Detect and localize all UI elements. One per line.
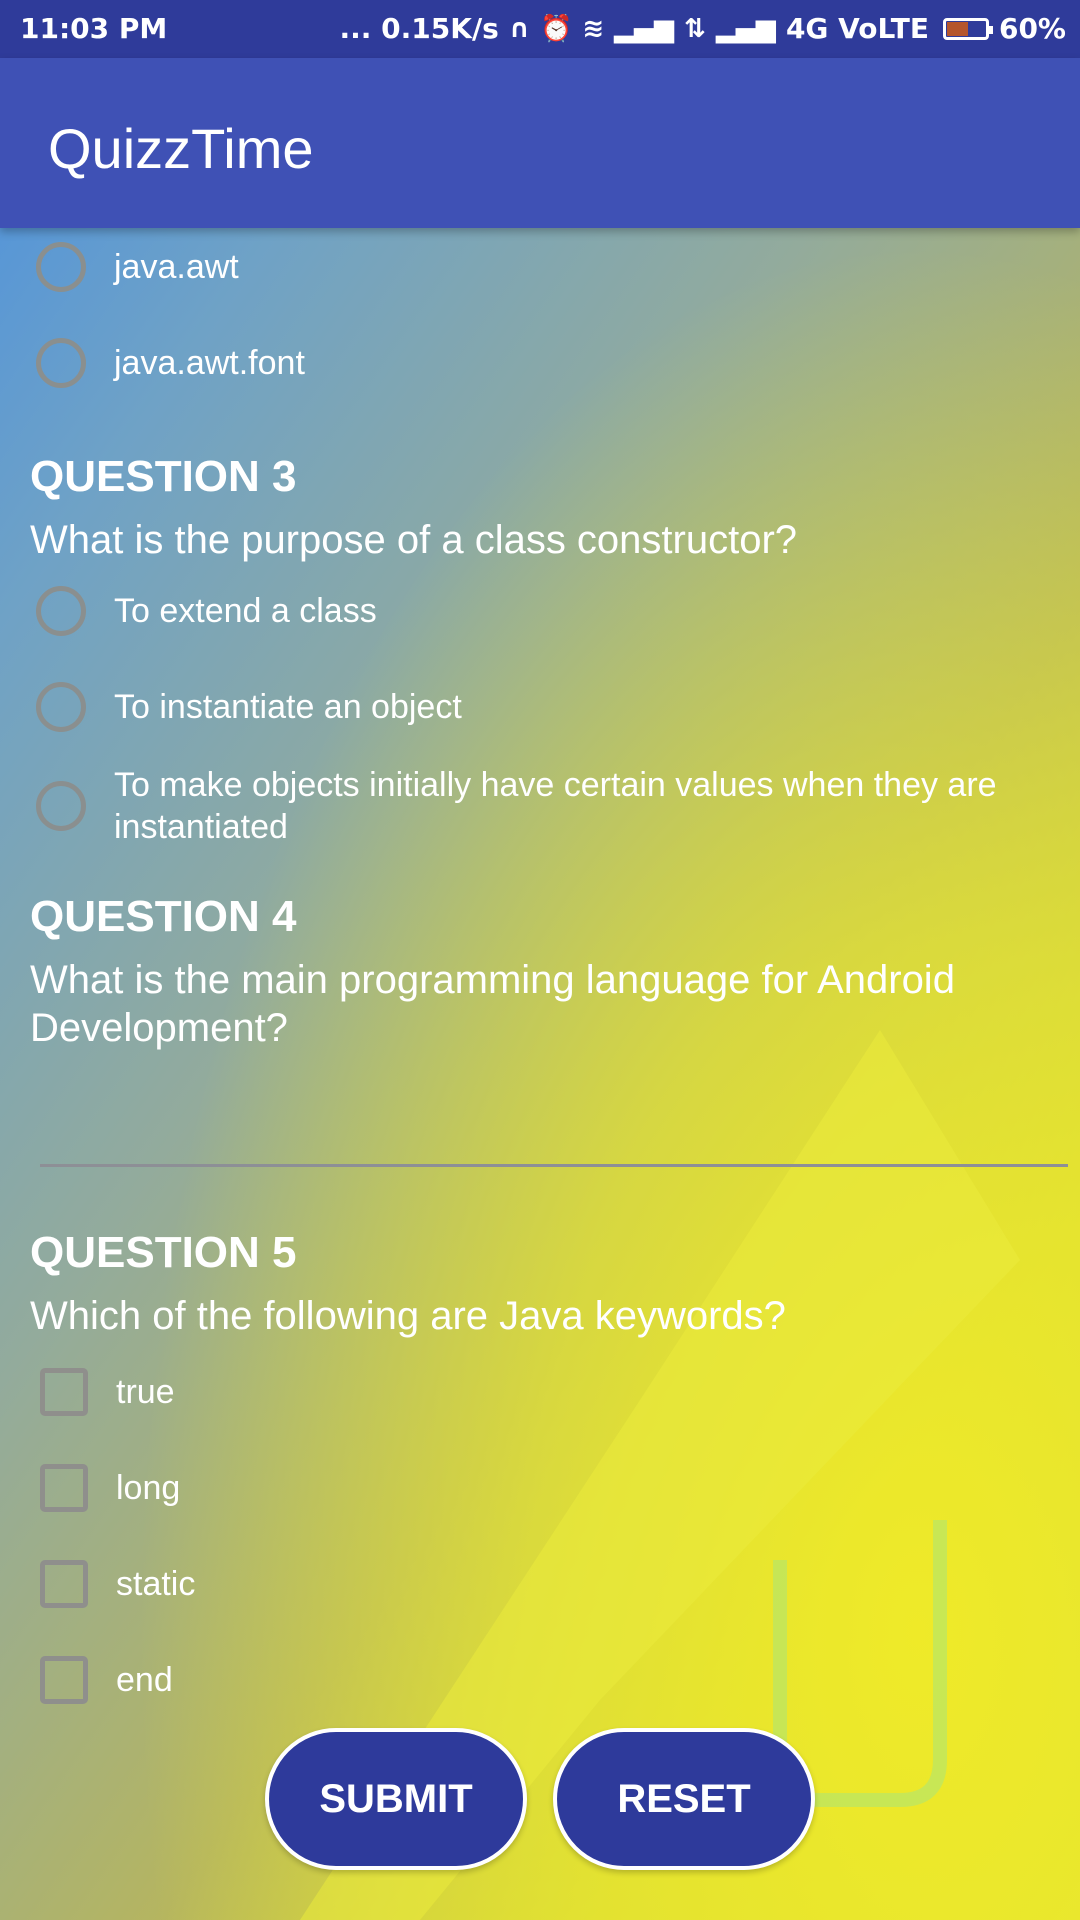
q3-option-2[interactable]: To instantiate an object	[36, 682, 462, 732]
data-arrows-icon: ⇅	[684, 13, 706, 44]
q5-option-2[interactable]: long	[36, 1464, 180, 1512]
option-label: java.awt.font	[114, 344, 305, 382]
q5-option-3[interactable]: static	[36, 1560, 195, 1608]
question-4-heading: QUESTION 4	[30, 892, 297, 941]
battery-percent: 60%	[998, 12, 1066, 45]
radio-button[interactable]	[36, 586, 86, 636]
question-5-text: Which of the following are Java keywords…	[30, 1294, 786, 1338]
option-label: end	[116, 1661, 173, 1699]
q2-option-1[interactable]: java.awt	[36, 242, 239, 292]
status-time: 11:03 PM	[20, 12, 168, 45]
option-label: To make objects initially have certain v…	[114, 766, 997, 846]
option-label: static	[116, 1565, 196, 1603]
battery-icon	[942, 17, 993, 40]
q5-option-4[interactable]: end	[36, 1656, 173, 1704]
option-label: true	[116, 1373, 175, 1411]
radio-button[interactable]	[36, 682, 86, 732]
radio-button[interactable]	[36, 242, 86, 292]
status-bar: 11:03 PM ... 0.15K/s ∩ ⏰ ≋ ▂▄▆ ⇅ ▂▄▆ 4G …	[0, 0, 1080, 58]
checkbox[interactable]	[40, 1368, 88, 1416]
option-label: java.awt	[114, 248, 239, 286]
checkbox[interactable]	[40, 1656, 88, 1704]
q3-option-1[interactable]: To extend a class	[36, 586, 377, 636]
alarm-icon: ⏰	[539, 13, 573, 44]
network-type: 4G VoLTE	[785, 12, 929, 45]
radio-button[interactable]	[36, 781, 86, 831]
radio-button[interactable]	[36, 338, 86, 388]
q2-option-2[interactable]: java.awt.font	[36, 338, 305, 388]
reset-button[interactable]: RESET	[553, 1728, 815, 1870]
submit-button[interactable]: SUBMIT	[265, 1728, 527, 1870]
app-bar: QuizzTime	[0, 58, 1080, 228]
option-label: To extend a class	[114, 592, 377, 630]
question-5-heading: QUESTION 5	[30, 1228, 297, 1277]
wifi-icon: ≋	[582, 13, 605, 44]
headphones-icon: ∩	[508, 13, 530, 44]
signal-icon: ▂▄▆	[614, 13, 675, 44]
answer-input-underline	[40, 1164, 1068, 1167]
q5-option-1[interactable]: true	[36, 1368, 175, 1416]
network-speed: ... 0.15K/s	[339, 12, 499, 45]
q3-option-3[interactable]: To make objects initially have certain v…	[36, 764, 1056, 848]
question-4-text: What is the main programming language fo…	[30, 958, 955, 1050]
app-title: QuizzTime	[48, 117, 314, 180]
option-label: To instantiate an object	[114, 688, 462, 726]
checkbox[interactable]	[40, 1560, 88, 1608]
question-3-heading: QUESTION 3	[30, 452, 297, 501]
question-3-text: What is the purpose of a class construct…	[30, 518, 798, 562]
answer-input[interactable]	[40, 1080, 1068, 1164]
signal-icon-2: ▂▄▆	[715, 13, 776, 44]
checkbox[interactable]	[40, 1464, 88, 1512]
option-label: long	[116, 1469, 181, 1507]
